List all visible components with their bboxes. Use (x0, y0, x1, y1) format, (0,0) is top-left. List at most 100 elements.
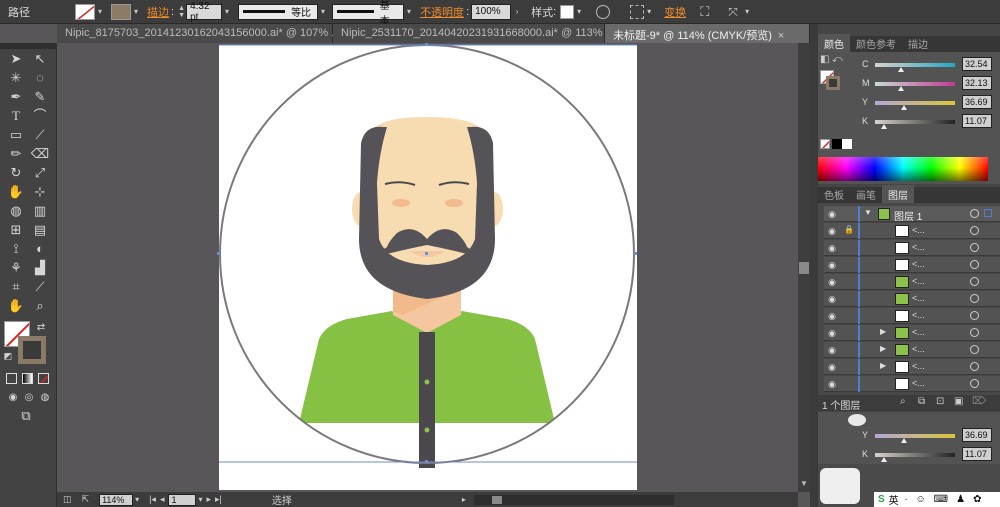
sublayer-row[interactable]: ◉ <... (824, 257, 1000, 273)
white-swatch[interactable] (842, 139, 852, 149)
scroll-down-icon[interactable]: ▼ (800, 479, 808, 488)
target-icon[interactable] (970, 294, 979, 303)
target-icon[interactable] (970, 226, 979, 235)
curvature-tool-icon[interactable]: ✎ (30, 88, 50, 106)
hscroll-thumb[interactable] (491, 495, 502, 504)
type-tool-icon[interactable]: T (6, 107, 26, 125)
tab-document-1[interactable]: Nipic_8175703_20141230162043156000.ai* @… (57, 24, 353, 43)
sublayer-name[interactable]: <... (912, 378, 925, 388)
visibility-eye-icon[interactable]: ◉ (826, 225, 838, 237)
magenta-slider-thumb[interactable] (897, 86, 904, 91)
draw-behind-icon[interactable]: ◎ (22, 389, 36, 407)
recolor-artwork-icon[interactable] (596, 4, 611, 19)
opacity-label[interactable]: 不透明度 (420, 4, 464, 20)
magenta-slider-track[interactable] (875, 82, 955, 86)
layer-collapse-icon[interactable]: ▼ (864, 208, 872, 217)
ime-keyboard-icon[interactable]: ⌨ (934, 494, 948, 505)
cyan-slider-track[interactable] (875, 63, 955, 67)
secondary-black-thumb[interactable] (880, 457, 887, 462)
layer-row-top[interactable]: ◉ ▼ 图层 1 (824, 206, 1000, 223)
hand-tool-icon[interactable]: ✋ (6, 297, 26, 315)
fill-swatch[interactable] (75, 3, 95, 20)
last-artboard-icon[interactable]: ▸| (215, 494, 222, 505)
artboard-number-input[interactable]: 1 (168, 493, 197, 506)
screen-mode-icon[interactable]: ⧉ (16, 407, 36, 425)
pencil-tool-icon[interactable]: ✏ (6, 145, 26, 163)
fill-dropdown-icon[interactable]: ▾ (95, 4, 105, 20)
tab-layers[interactable]: 图层 (882, 185, 914, 203)
tab-document-2[interactable]: Nipic_2531170_20140420231931668000.ai* @… (333, 24, 627, 43)
black-slider-track[interactable] (875, 120, 955, 124)
sublayer-row[interactable]: ◉ ▶ <... (824, 325, 1000, 341)
target-icon[interactable] (970, 243, 979, 252)
visibility-eye-icon[interactable]: ◉ (826, 327, 838, 339)
swap-fill-stroke-icon[interactable]: ⇄ (34, 319, 48, 337)
black-slider-thumb[interactable] (880, 124, 887, 129)
arrange-icon[interactable]: ⤧ (728, 5, 742, 19)
target-icon[interactable] (970, 311, 979, 320)
bearded-man-illustration[interactable] (217, 43, 637, 468)
opacity-input[interactable]: 100% (471, 3, 512, 20)
cyan-value-input[interactable]: 32.54 (962, 57, 992, 71)
delete-layer-icon[interactable]: ⌦ (972, 396, 986, 407)
locate-object-icon[interactable]: ⌕ (900, 396, 906, 407)
warp-tool-icon[interactable]: ✋ (6, 183, 26, 201)
artboard-nav-icon[interactable]: ◫ (63, 494, 72, 505)
sublayer-row[interactable]: ◉ <... (824, 291, 1000, 307)
secondary-black-input[interactable]: 11.07 (962, 447, 992, 461)
stroke-swatch[interactable] (111, 3, 131, 20)
graph-tool-icon[interactable]: ▟ (30, 259, 50, 277)
ime-toolbar[interactable]: S 英 ∙ ☺ ⌨ ♟ ✿ (874, 492, 1000, 507)
brush-definition[interactable]: 基本 (332, 1, 405, 27)
slice-tool-icon[interactable]: ⟋ (30, 278, 50, 296)
color-mode-icon[interactable] (6, 373, 17, 384)
secondary-black-track[interactable] (875, 453, 955, 457)
align-icon[interactable] (630, 4, 645, 19)
symbol-sprayer-tool-icon[interactable]: ⚘ (6, 259, 26, 277)
expand-arrow-icon[interactable]: ▶ (880, 327, 886, 336)
scroll-thumb[interactable] (799, 262, 809, 274)
color-spectrum[interactable] (818, 157, 988, 181)
transform-link[interactable]: 变换 (664, 4, 686, 20)
rotate-tool-icon[interactable]: ↻ (6, 164, 26, 182)
stroke-stepper[interactable]: ▲ ▼ (178, 5, 186, 19)
sublayer-row[interactable]: ◉ <... (824, 274, 1000, 290)
zoom-input[interactable]: 114% (99, 493, 134, 506)
vertical-scrollbar[interactable]: ▼ (798, 43, 810, 492)
sublayer-name[interactable]: <... (912, 293, 925, 303)
selection-tool-icon[interactable]: ➤ (6, 50, 26, 68)
scale-tool-icon[interactable]: ⤢ (30, 164, 50, 182)
mesh-tool-icon[interactable]: ⊞ (6, 221, 26, 239)
target-icon[interactable] (970, 328, 979, 337)
new-sublayer-icon[interactable]: ⊡ (936, 396, 944, 407)
tab-color-guide[interactable]: 颜色参考 (850, 34, 902, 52)
yellow-value-input[interactable]: 36.69 (962, 95, 992, 109)
gradient-mode-icon[interactable] (22, 373, 33, 384)
black-swatch[interactable] (832, 139, 842, 149)
black-value-input[interactable]: 11.07 (962, 114, 992, 128)
eraser-tool-icon[interactable]: ⌫ (30, 145, 50, 163)
stroke-dropdown-icon[interactable]: ▾ (131, 4, 141, 20)
lock-icon[interactable]: 🔒 (844, 225, 854, 234)
layer-selection-indicator[interactable] (984, 209, 992, 217)
visibility-eye-icon[interactable]: ◉ (826, 361, 838, 373)
stroke-weight-dropdown-icon[interactable]: ▾ (222, 4, 232, 20)
zoom-tool-icon[interactable]: ⌕ (30, 297, 50, 315)
line-tool-icon[interactable]: ⌒ (30, 107, 50, 125)
export-icon[interactable]: ⇱ (82, 494, 90, 505)
tools-grip[interactable] (0, 43, 57, 49)
ime-user-icon[interactable]: ♟ (956, 494, 965, 505)
stroke-label[interactable]: 描边 (147, 4, 169, 20)
artboard-tool-icon[interactable]: ⌗ (6, 278, 26, 296)
close-icon[interactable]: × (778, 30, 784, 42)
secondary-yellow-thumb[interactable] (901, 438, 908, 443)
artwork[interactable] (57, 43, 798, 492)
ime-language[interactable]: 英 (889, 492, 899, 507)
ime-skin-icon[interactable]: ✿ (973, 494, 981, 505)
none-swatch[interactable] (820, 139, 830, 149)
direct-selection-tool-icon[interactable]: ↖ (30, 50, 50, 68)
expand-arrow-icon[interactable]: ▶ (880, 361, 886, 370)
rectangle-tool-icon[interactable]: ▭ (6, 126, 26, 144)
target-icon[interactable] (970, 362, 979, 371)
opacity-arrow-icon[interactable]: › (511, 4, 523, 20)
